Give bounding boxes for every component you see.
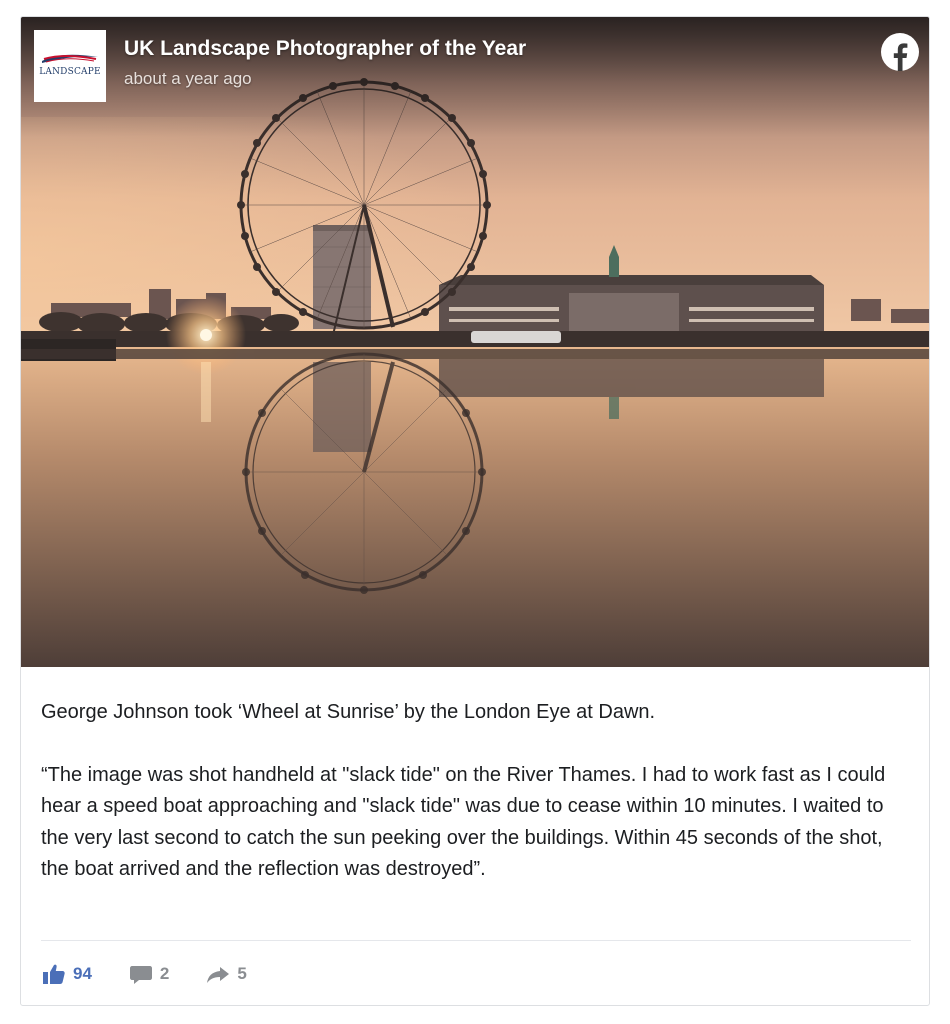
likes-count: 94 [73, 964, 92, 983]
comments-stat[interactable]: 2 [129, 964, 170, 984]
facebook-icon[interactable] [881, 33, 919, 71]
post-quote: “The image was shot handheld at "slack t… [41, 763, 886, 881]
post-body: George Johnson took ‘Wheel at Sunrise’ b… [41, 697, 911, 886]
avatar-logo-text: LANDSCAPE [39, 66, 101, 77]
comment-icon [129, 966, 152, 984]
shares-stat[interactable]: 5 [207, 964, 247, 984]
likes-stat[interactable]: 94 [43, 964, 92, 984]
facebook-post-card: LANDSCAPE UK Landscape Photographer of t… [20, 16, 930, 1006]
comments-count: 2 [159, 964, 170, 983]
post-stats-bar: 94 2 5 [43, 959, 285, 989]
page-name[interactable]: UK Landscape Photographer of the Year [124, 37, 526, 61]
post-photo[interactable]: LANDSCAPE UK Landscape Photographer of t… [21, 17, 929, 667]
page-avatar[interactable]: LANDSCAPE [34, 30, 106, 102]
share-arrow-icon [207, 967, 230, 983]
post-timestamp[interactable]: about a year ago [124, 69, 252, 89]
thumbs-up-icon [43, 964, 65, 984]
shares-count: 5 [237, 964, 247, 983]
avatar-logo-subtext [70, 78, 71, 82]
post-caption: George Johnson took ‘Wheel at Sunrise’ b… [41, 701, 656, 723]
footer-divider [41, 940, 911, 941]
union-flag-swoosh-icon [42, 54, 98, 63]
